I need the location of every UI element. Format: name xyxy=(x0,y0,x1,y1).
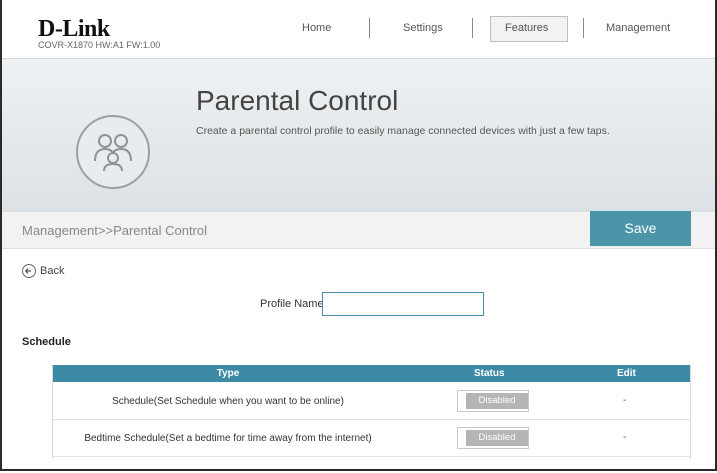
nav-settings[interactable]: Settings xyxy=(403,22,443,34)
nav-divider xyxy=(472,18,473,38)
column-status: Status xyxy=(474,368,505,379)
nav-management[interactable]: Management xyxy=(606,22,670,34)
profile-name-label: Profile Name: xyxy=(260,298,327,310)
nav-home[interactable]: Home xyxy=(302,22,331,34)
family-icon xyxy=(76,115,150,189)
page-title: Parental Control xyxy=(196,85,399,116)
edit-cell[interactable]: - xyxy=(623,395,626,406)
model-info: COVR-X1870 HW:A1 FW:1.00 xyxy=(38,40,161,50)
column-type: Type xyxy=(216,368,240,379)
profile-name-input[interactable] xyxy=(322,292,484,316)
top-bar: D-Link COVR-X1870 HW:A1 FW:1.00 Home Set… xyxy=(2,0,715,59)
schedule-type: Bedtime Schedule(Set a bedtime for time … xyxy=(84,433,372,444)
page-banner: Parental Control Create a parental contr… xyxy=(2,59,715,211)
edit-cell[interactable]: - xyxy=(623,432,626,443)
back-arrow-icon xyxy=(22,264,36,278)
status-toggle[interactable]: Disabled xyxy=(457,390,529,412)
status-toggle[interactable]: Disabled xyxy=(457,427,529,449)
breadcrumb: Management>>Parental Control xyxy=(22,223,208,238)
schedule-type: Schedule(Set Schedule when you want to b… xyxy=(112,396,344,407)
schedule-heading: Schedule xyxy=(22,336,71,348)
nav-features[interactable]: Features xyxy=(505,22,548,34)
back-label: Back xyxy=(40,264,65,277)
back-link[interactable]: Back xyxy=(22,264,64,278)
app-window: D-Link COVR-X1870 HW:A1 FW:1.00 Home Set… xyxy=(0,0,717,471)
column-edit: Edit xyxy=(617,368,636,379)
page-description: Create a parental control profile to eas… xyxy=(196,125,610,137)
table-row: Schedule(Set Schedule when you want to b… xyxy=(53,383,690,420)
status-label: Disabled xyxy=(466,430,528,446)
nav-divider xyxy=(583,18,584,38)
table-header: Type Status Edit xyxy=(53,365,690,382)
schedule-table: Type Status Edit Schedule(Set Schedule w… xyxy=(52,365,691,459)
table-row: Bedtime Schedule(Set a bedtime for time … xyxy=(53,420,690,457)
save-button[interactable]: Save xyxy=(590,211,691,246)
nav-divider xyxy=(369,18,370,38)
status-label: Disabled xyxy=(466,393,528,409)
brand-logo: D-Link xyxy=(38,16,110,42)
